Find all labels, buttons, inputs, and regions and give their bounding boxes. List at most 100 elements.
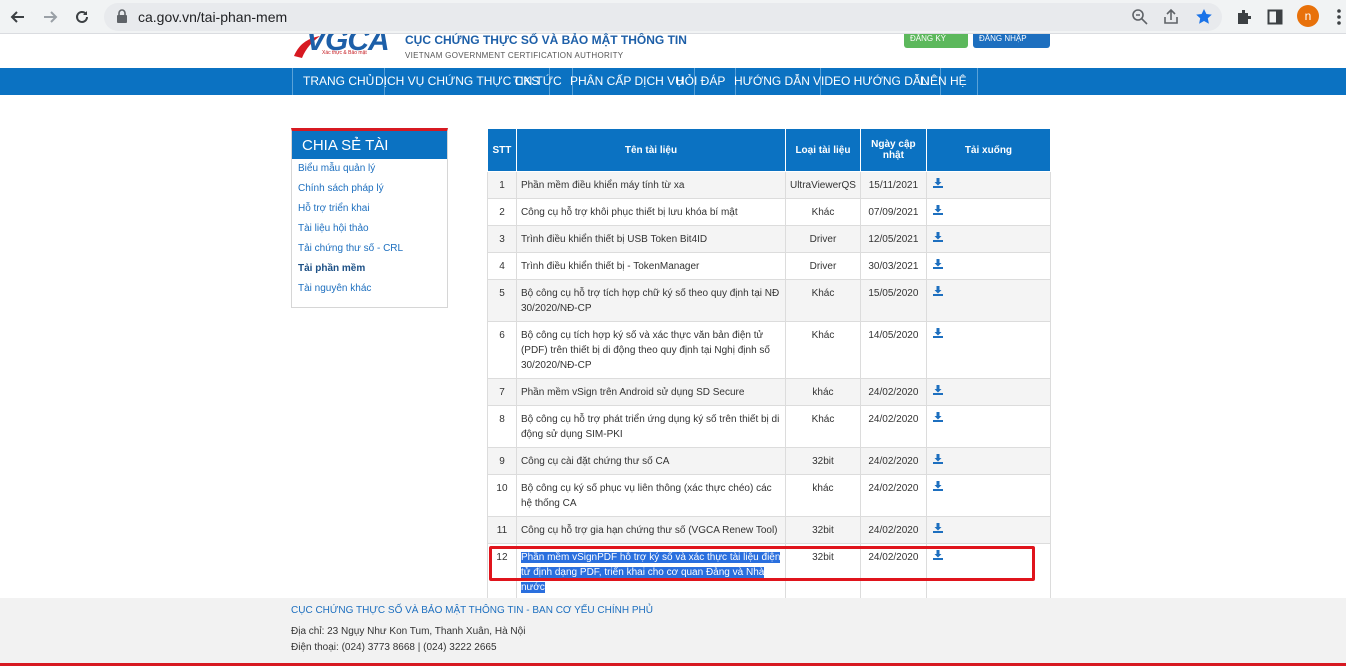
address-bar[interactable]: ca.gov.vn/tai-phan-mem <box>104 3 1222 31</box>
back-icon[interactable] <box>6 5 30 29</box>
cell-doc-name[interactable]: Công cụ hỗ trợ khôi phục thiết bị lưu kh… <box>515 198 786 226</box>
download-icon[interactable] <box>932 523 943 533</box>
table-row: 1 Phần mềm điều khiển máy tính từ xa Ultra… <box>487 171 1052 199</box>
doc-name-text[interactable]: Bộ công cụ ký số phục vụ liên thông (xác… <box>521 483 772 509</box>
download-icon[interactable] <box>932 178 943 188</box>
doc-name-text[interactable]: Bộ công cụ tích hợp ký số và xác thực vă… <box>521 330 770 371</box>
nav-item-contact[interactable]: LIÊN HỆ <box>910 68 978 95</box>
header-updated-date: Ngày cập nhật <box>859 128 927 172</box>
cell-doc-name[interactable]: Bộ công cụ hỗ trợ phát triển ứng dụng ký… <box>515 405 786 448</box>
highlight-annotation-box <box>489 546 1035 581</box>
footer-title[interactable]: CỤC CHỨNG THỰC SỐ VÀ BẢO MẬT THÔNG TIN -… <box>291 605 653 616</box>
download-icon[interactable] <box>932 412 943 422</box>
doc-name-text[interactable]: Công cụ cài đặt chứng thư số CA <box>521 456 669 467</box>
cell-updated-date: 24/02/2020 <box>859 405 927 448</box>
cell-download <box>925 225 1052 253</box>
cell-stt: 3 <box>487 225 517 253</box>
download-icon[interactable] <box>932 454 943 464</box>
reload-icon[interactable] <box>70 5 94 29</box>
table-row: 2 Công cụ hỗ trợ khôi phục thiết bị lưu k… <box>487 198 1052 226</box>
cell-stt: 9 <box>487 447 517 475</box>
cell-updated-date: 24/02/2020 <box>859 516 927 544</box>
cell-doc-type: Khác <box>784 279 861 322</box>
table-row: 5 Bộ công cụ hỗ trợ tích hợp chữ ký số th… <box>487 279 1052 322</box>
cell-doc-name[interactable]: Trình điều khiển thiết bị USB Token Bit4… <box>515 225 786 253</box>
doc-name-text[interactable]: Bộ công cụ hỗ trợ phát triển ứng dụng ký… <box>521 414 779 440</box>
doc-name-text[interactable]: Công cụ hỗ trợ gia hạn chứng thư số (VGC… <box>521 525 778 536</box>
doc-name-text[interactable]: Phần mềm vSign trên Android sử dụng SD S… <box>521 387 744 398</box>
cell-doc-type: Khác <box>784 198 861 226</box>
cell-updated-date: 14/05/2020 <box>859 321 927 379</box>
cell-doc-name[interactable]: Bộ công cụ ký số phục vụ liên thông (xác… <box>515 474 786 517</box>
forward-icon[interactable] <box>38 5 62 29</box>
cell-updated-date: 12/05/2021 <box>859 225 927 253</box>
main-nav: TRANG CHỦ DỊCH VỤ CHỨNG THỰC CKS TIN TỨC… <box>0 68 1346 95</box>
menu-kebab-icon[interactable] <box>1328 6 1346 28</box>
cell-download <box>925 279 1052 322</box>
download-icon[interactable] <box>932 232 943 242</box>
download-icon[interactable] <box>932 481 943 491</box>
download-icon[interactable] <box>932 205 943 215</box>
org-title: CỤC CHỨNG THỰC SỐ VÀ BẢO MẬT THÔNG TIN <box>405 33 687 47</box>
cell-doc-name[interactable]: Công cụ hỗ trợ gia hạn chứng thư số (VGC… <box>515 516 786 544</box>
org-subtitle: VIETNAM GOVERNMENT CERTIFICATION AUTHORI… <box>405 51 624 60</box>
cell-doc-name[interactable]: Trình điều khiển thiết bị - TokenManager <box>515 252 786 280</box>
cell-updated-date: 24/02/2020 <box>859 474 927 517</box>
sidebar-item-deployment-support[interactable]: Hỗ trợ triển khai <box>292 199 447 219</box>
doc-name-text[interactable]: Trình điều khiển thiết bị USB Token Bit4… <box>521 234 707 245</box>
download-icon[interactable] <box>932 286 943 296</box>
cell-stt: 4 <box>487 252 517 280</box>
download-icon[interactable] <box>932 259 943 269</box>
table-body: 1 Phần mềm điều khiển máy tính từ xa Ultra… <box>487 171 1052 600</box>
sidebar-item-legal-policy[interactable]: Chính sách pháp lý <box>292 179 447 199</box>
table-row: 4 Trình điều khiển thiết bị - TokenManage… <box>487 252 1052 280</box>
cell-doc-name[interactable]: Phần mềm vSign trên Android sử dụng SD S… <box>515 378 786 406</box>
vgca-logo[interactable]: VGCA Xác thực & Bảo mật <box>292 34 398 60</box>
cell-stt: 7 <box>487 378 517 406</box>
table-row: 8 Bộ công cụ hỗ trợ phát triển ứng dụng k… <box>487 405 1052 448</box>
cell-stt: 2 <box>487 198 517 226</box>
side-panel-icon[interactable] <box>1264 6 1286 28</box>
extensions-icon[interactable] <box>1233 6 1255 28</box>
sidebar-item-software-download[interactable]: Tải phần mềm <box>292 259 447 279</box>
table-row: 3 Trình điều khiển thiết bị USB Token Bit… <box>487 225 1052 253</box>
cell-doc-name[interactable]: Bộ công cụ tích hợp ký số và xác thực vă… <box>515 321 786 379</box>
resource-sidebar: CHIA SẺ TÀI NGUYÊN Biểu mẫu quản lý Chín… <box>291 128 448 308</box>
cell-doc-type: 32bit <box>784 516 861 544</box>
cell-download <box>925 474 1052 517</box>
cell-stt: 11 <box>487 516 517 544</box>
sidebar-item-other-resources[interactable]: Tài nguyên khác <box>292 279 447 299</box>
browser-toolbar: ca.gov.vn/tai-phan-mem n <box>0 0 1346 34</box>
share-icon[interactable] <box>1162 8 1180 26</box>
download-icon[interactable] <box>932 328 943 338</box>
doc-name-text[interactable]: Công cụ hỗ trợ khôi phục thiết bị lưu kh… <box>521 207 738 218</box>
sidebar-item-certificates-crl[interactable]: Tải chứng thư số - CRL <box>292 239 447 259</box>
sidebar-item-conference-docs[interactable]: Tài liệu hội thảo <box>292 219 447 239</box>
bookmark-star-icon[interactable] <box>1195 8 1213 26</box>
header-stt: STT <box>487 128 517 172</box>
cell-doc-name[interactable]: Công cụ cài đặt chứng thư số CA <box>515 447 786 475</box>
cell-updated-date: 24/02/2020 <box>859 378 927 406</box>
cell-doc-name[interactable]: Phần mềm điều khiển máy tính từ xa <box>515 171 786 199</box>
table-header-row: STT Tên tài liệu Loại tài liệu Ngày cập … <box>487 128 1052 172</box>
download-icon[interactable] <box>932 385 943 395</box>
site-footer: CỤC CHỨNG THỰC SỐ VÀ BẢO MẬT THÔNG TIN -… <box>0 598 1346 666</box>
url-text[interactable]: ca.gov.vn/tai-phan-mem <box>138 9 287 25</box>
lock-icon[interactable] <box>116 9 128 28</box>
cell-download <box>925 405 1052 448</box>
sidebar-title: CHIA SẺ TÀI NGUYÊN <box>292 131 447 184</box>
zoom-icon[interactable] <box>1131 8 1149 26</box>
doc-name-text[interactable]: Trình điều khiển thiết bị - TokenManager <box>521 261 699 272</box>
cell-doc-type: 32bit <box>784 447 861 475</box>
footer-address: Địa chỉ: 23 Ngụy Như Kon Tum, Thanh Xuân… <box>291 626 526 637</box>
table-row: 11 Công cụ hỗ trợ gia hạn chứng thư số (V… <box>487 516 1052 544</box>
table-row: 7 Phần mềm vSign trên Android sử dụng SD … <box>487 378 1052 406</box>
login-button[interactable]: ĐĂNG NHẬP <box>973 34 1050 48</box>
doc-name-text[interactable]: Phần mềm điều khiển máy tính từ xa <box>521 180 684 191</box>
cell-doc-name[interactable]: Bộ công cụ hỗ trợ tích hợp chữ ký số the… <box>515 279 786 322</box>
profile-avatar[interactable]: n <box>1297 5 1319 27</box>
sidebar-item-management-forms[interactable]: Biểu mẫu quản lý <box>292 159 447 179</box>
register-button[interactable]: ĐĂNG KÝ <box>904 34 968 48</box>
cell-doc-type: Khác <box>784 405 861 448</box>
doc-name-text[interactable]: Bộ công cụ hỗ trợ tích hợp chữ ký số the… <box>521 288 779 314</box>
